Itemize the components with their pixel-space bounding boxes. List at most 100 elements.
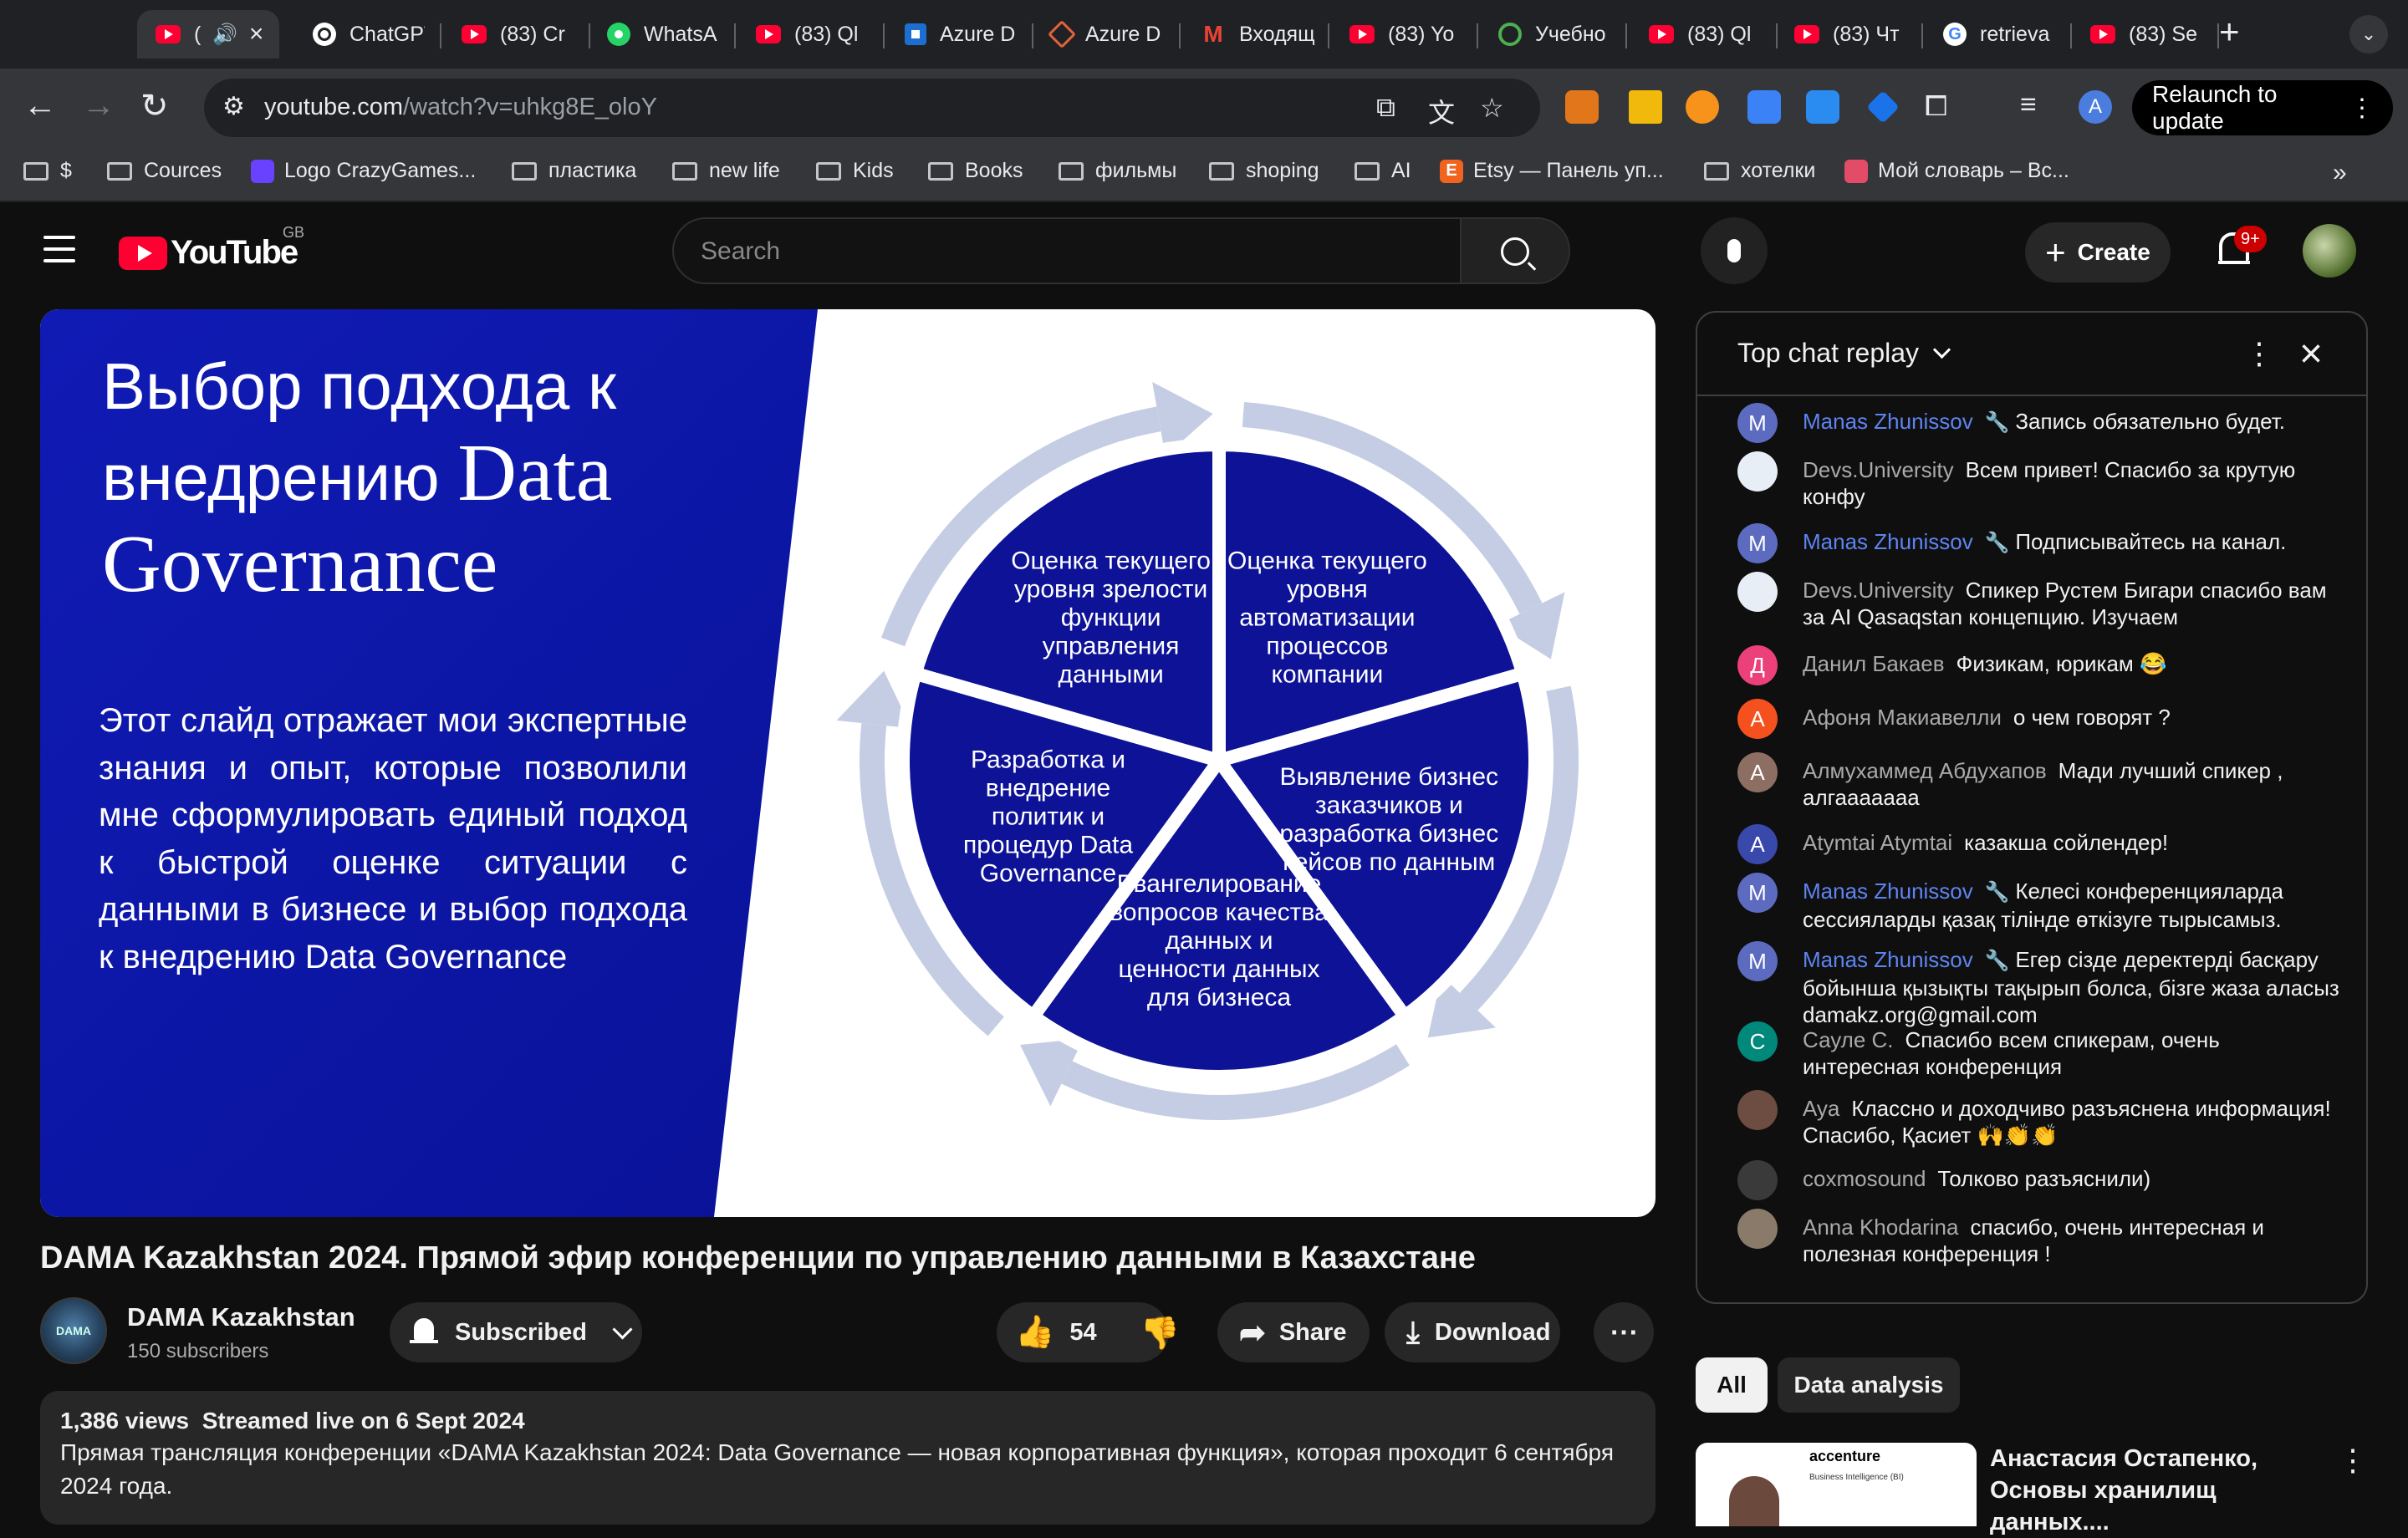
reload-icon[interactable]: ↻ bbox=[140, 87, 169, 125]
bookmark-link[interactable]: Logo CrazyGames... bbox=[251, 159, 476, 183]
chat-more-icon[interactable]: ⋮ bbox=[2244, 336, 2274, 371]
chrome-menu-icon[interactable]: ⋮ bbox=[2349, 94, 2375, 123]
browser-tab[interactable]: Azure D bbox=[886, 10, 1033, 59]
search-input[interactable] bbox=[699, 234, 1388, 269]
voice-search-button[interactable] bbox=[1701, 217, 1768, 284]
youtube-logo[interactable]: YouTube GB bbox=[119, 224, 304, 272]
relaunch-to-update-button[interactable]: Relaunch to update ⋮ bbox=[2132, 80, 2393, 135]
chat-mode-selector[interactable]: Top chat replay bbox=[1737, 338, 1951, 369]
profile-avatar[interactable]: A bbox=[2079, 90, 2112, 124]
chat-author[interactable]: Manas Zhunissov bbox=[1803, 529, 1973, 554]
bookmark-folder[interactable]: Books bbox=[928, 159, 1023, 183]
bookmark-folder[interactable]: пластика bbox=[512, 159, 636, 183]
extensions-puzzle-icon[interactable]: ⧠ bbox=[1925, 90, 1947, 123]
browser-tab[interactable]: ChatGPT bbox=[294, 10, 441, 59]
chat-avatar[interactable] bbox=[1737, 1090, 1778, 1130]
chat-avatar[interactable] bbox=[1737, 1160, 1778, 1200]
install-app-icon[interactable]: ⧉ bbox=[1376, 92, 1395, 124]
chat-author[interactable]: Данил Бакаев bbox=[1803, 651, 1945, 676]
video-player[interactable]: Выбор подхода к внедрению Data Governanc… bbox=[40, 309, 1656, 1217]
browser-tab[interactable]: (83) Ql bbox=[1630, 10, 1778, 59]
diamond-extension-icon[interactable] bbox=[1866, 90, 1900, 124]
chat-avatar[interactable]: А bbox=[1737, 752, 1778, 792]
chat-avatar[interactable]: С bbox=[1737, 1021, 1778, 1062]
chat-avatar[interactable]: M bbox=[1737, 873, 1778, 913]
browser-tab[interactable]: retrieva bbox=[1925, 10, 2072, 59]
like-button[interactable]: 👍 bbox=[1015, 1314, 1054, 1351]
chat-author[interactable]: coxmosound bbox=[1803, 1166, 1926, 1191]
puzzle-tool-extension-icon[interactable] bbox=[1747, 90, 1781, 124]
chat-author[interactable]: Atymtai Atymtai bbox=[1803, 830, 1952, 855]
tab-search-icon[interactable]: ⌄ bbox=[2349, 15, 2388, 53]
share-button[interactable]: ➦ Share bbox=[1217, 1302, 1370, 1362]
bitcoin-extension-icon[interactable] bbox=[1686, 90, 1719, 124]
chat-avatar[interactable]: M bbox=[1737, 523, 1778, 563]
browser-tab[interactable]: Учебно bbox=[1480, 10, 1627, 59]
chat-avatar[interactable] bbox=[1737, 451, 1778, 491]
browser-tab[interactable]: (83) Чт bbox=[1776, 10, 1923, 59]
bookmark-folder[interactable]: shoping bbox=[1209, 159, 1319, 183]
chat-author[interactable]: Aya bbox=[1803, 1096, 1839, 1121]
chat-avatar[interactable]: A bbox=[1737, 824, 1778, 864]
site-info-icon[interactable]: ⚙ bbox=[222, 92, 253, 122]
back-icon[interactable]: ← bbox=[23, 87, 57, 125]
browser-tab[interactable]: Входящ bbox=[1182, 10, 1329, 59]
close-chat-icon[interactable]: × bbox=[2299, 331, 2323, 377]
chat-author[interactable]: Anna Khodarina bbox=[1803, 1215, 1958, 1240]
related-video-thumbnail[interactable]: accenture Business Intelligence (BI) bbox=[1696, 1443, 1977, 1526]
more-actions-button[interactable]: ⋯ bbox=[1594, 1302, 1654, 1362]
chat-author[interactable]: Devs.University bbox=[1803, 457, 1954, 482]
translate-icon[interactable]: 文 bbox=[1428, 92, 1455, 130]
chat-avatar[interactable]: M bbox=[1737, 403, 1778, 443]
new-tab-icon[interactable]: + bbox=[2219, 12, 2240, 52]
menu-icon[interactable] bbox=[43, 236, 75, 271]
metamask-extension-icon[interactable] bbox=[1565, 90, 1599, 124]
forward-icon[interactable]: → bbox=[82, 87, 115, 125]
browser-tab[interactable]: (83) Se bbox=[2072, 10, 2219, 59]
bookmark-folder[interactable]: Kids bbox=[816, 159, 894, 183]
chat-author[interactable]: Manas Zhunissov bbox=[1803, 947, 1973, 972]
bookmark-link[interactable]: E Etsy — Панель уп... bbox=[1440, 159, 1664, 183]
chat-avatar[interactable]: Д bbox=[1737, 645, 1778, 685]
address-bar[interactable]: ⚙ youtube.com/watch?v=uhkg8E_oloY ⧉ 文 ☆ bbox=[204, 79, 1540, 137]
account-avatar[interactable] bbox=[2303, 224, 2356, 278]
description-box[interactable]: 1,386 views Streamed live on 6 Sept 2024… bbox=[40, 1391, 1656, 1525]
browser-tab[interactable]: Azure D bbox=[1033, 10, 1181, 59]
browser-tab[interactable]: (🔊 × bbox=[137, 10, 279, 59]
close-tab-icon[interactable]: × bbox=[249, 20, 264, 48]
create-button[interactable]: + Create bbox=[2025, 222, 2171, 283]
speaker-icon[interactable]: 🔊 bbox=[212, 23, 237, 47]
bookmark-folder[interactable]: Cources bbox=[107, 159, 222, 183]
chat-avatar[interactable]: M bbox=[1737, 941, 1778, 981]
media-controls-icon[interactable]: ≡ bbox=[2020, 89, 2037, 121]
chat-avatar[interactable] bbox=[1737, 1209, 1778, 1249]
chat-avatar[interactable]: А bbox=[1737, 699, 1778, 739]
subscribed-button[interactable]: Subscribed bbox=[390, 1302, 642, 1362]
chat-author[interactable]: Manas Zhunissov bbox=[1803, 409, 1973, 434]
chip-data-analysis[interactable]: Data analysis bbox=[1778, 1357, 1960, 1413]
browser-tab[interactable]: (83) Yo bbox=[1331, 10, 1478, 59]
chat-author[interactable]: Сауле С. bbox=[1803, 1027, 1894, 1052]
more-bookmarks-icon[interactable]: » bbox=[2333, 159, 2347, 187]
browser-tab[interactable]: (83) Cr bbox=[443, 10, 590, 59]
search-button[interactable] bbox=[1460, 219, 1569, 283]
related-video-title[interactable]: Анастасия Остапенко, Основы хранилищ дан… bbox=[1990, 1443, 2308, 1538]
bookmark-folder[interactable]: new life bbox=[672, 159, 780, 183]
bookmark-folder[interactable]: $ bbox=[23, 159, 72, 183]
chat-avatar[interactable] bbox=[1737, 572, 1778, 612]
chat-author[interactable]: Афоня Макиавелли bbox=[1803, 705, 2002, 730]
channel-name[interactable]: DAMA Kazakhstan bbox=[127, 1302, 355, 1332]
chat-author[interactable]: Алмухаммед Абдухапов bbox=[1803, 758, 2047, 783]
dislike-button[interactable]: 👍 bbox=[1140, 1314, 1180, 1351]
bookmark-star-icon[interactable]: ☆ bbox=[1480, 92, 1504, 124]
related-more-icon[interactable]: ⋮ bbox=[2338, 1443, 2368, 1478]
chat-author[interactable]: Manas Zhunissov bbox=[1803, 878, 1973, 904]
chat-author[interactable]: Devs.University bbox=[1803, 578, 1954, 603]
binance-extension-icon[interactable] bbox=[1629, 90, 1662, 124]
browser-tab[interactable]: (83) Ql bbox=[737, 10, 885, 59]
bookmark-folder[interactable]: AI bbox=[1354, 159, 1411, 183]
k-extension-icon[interactable] bbox=[1806, 90, 1839, 124]
bookmark-link[interactable]: Мой словарь – Вс... bbox=[1844, 159, 2069, 183]
url-text[interactable]: youtube.com/watch?v=uhkg8E_oloY bbox=[264, 94, 657, 121]
browser-tab[interactable]: WhatsA bbox=[589, 10, 736, 59]
